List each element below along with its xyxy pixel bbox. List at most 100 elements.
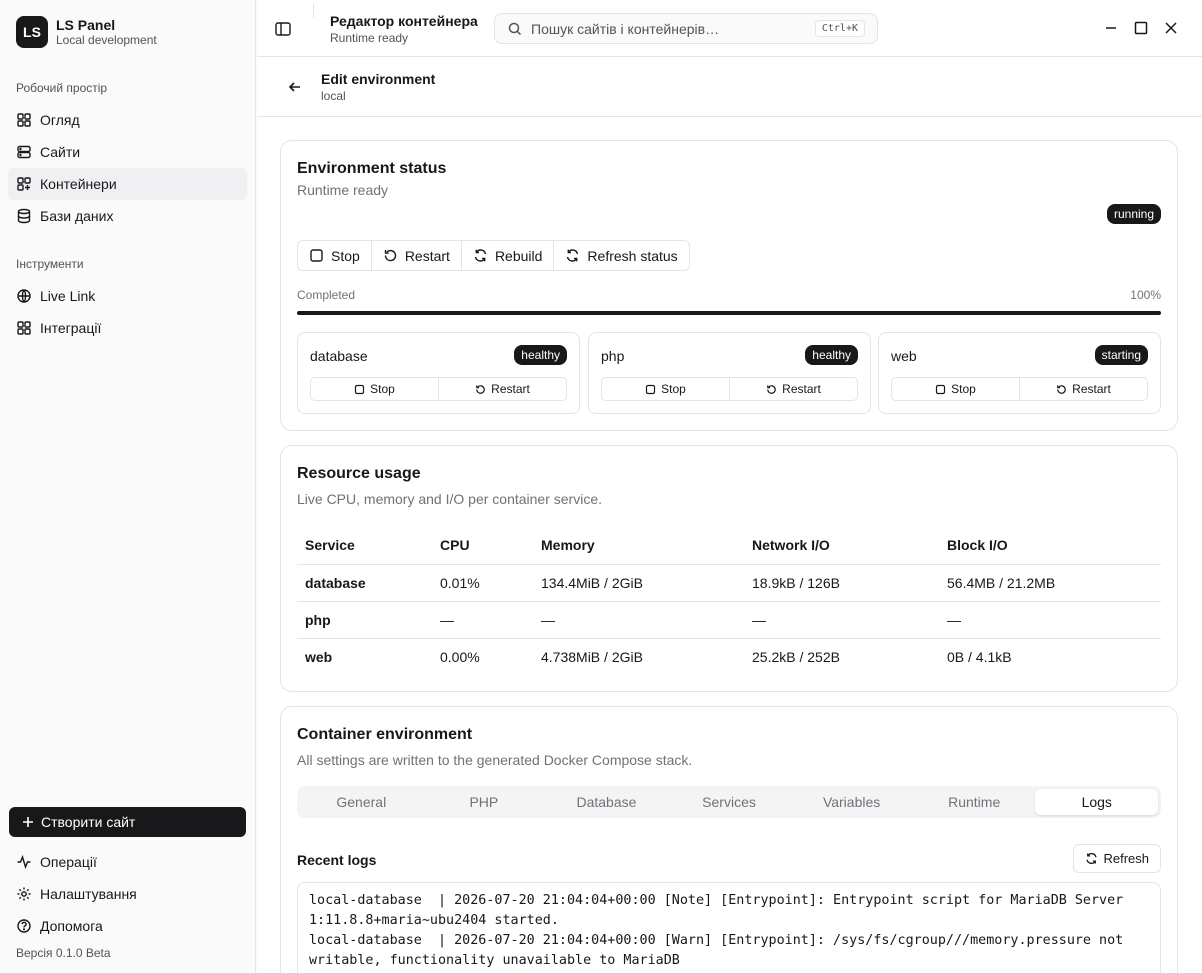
rebuild-label: Rebuild [494,247,543,264]
sidebar-item-label: Налаштування [40,886,137,902]
sidebar-item-overview[interactable]: Огляд [8,104,247,136]
title-bar: Редактор контейнера Runtime ready Пошук … [257,0,1202,57]
environment-actions: Stop Restart Rebuild Refresh status [297,240,690,271]
sidebar-item-sites[interactable]: Сайти [8,136,247,168]
tab-runtime[interactable]: Runtime [913,789,1036,815]
page-title: Edit environment [321,71,436,87]
table-cell: — [939,601,1161,639]
table-row: database 0.01% 134.4MiB / 2GiB 18.9kB / … [297,564,1161,602]
search-input[interactable]: Пошук сайтів і контейнерів… Ctrl+K [494,13,878,44]
resource-card-description: Live CPU, memory and I/O per container s… [297,491,603,507]
restart-label: Restart [404,247,450,264]
service-actions: Stop Restart [310,377,567,401]
service-stop-label: Stop [370,382,395,396]
close-icon[interactable] [1163,20,1179,36]
main-content: Edit environment local Environment statu… [257,57,1202,973]
progress-label: Completed [297,288,356,302]
service-stop-button[interactable]: Stop [602,378,730,400]
tab-logs[interactable]: Logs [1035,789,1159,815]
recent-logs-title: Recent logs [297,852,377,868]
stop-square-icon [310,249,323,262]
refresh-icon [567,249,579,262]
environment-tabs: General PHP Database Services Variables … [297,786,1161,818]
column-header: Block I/O [939,526,1161,565]
service-restart-label: Restart [1072,382,1111,396]
sidebar-item-label: Огляд [40,112,80,128]
layout-grid-icon [17,113,31,127]
service-restart-label: Restart [491,382,530,396]
stop-button[interactable]: Stop [298,241,372,270]
service-actions: Stop Restart [601,377,858,401]
restart-icon [476,384,485,394]
back-arrow-icon[interactable] [287,79,303,95]
resource-table: Service CPU Memory Network I/O Block I/O… [297,526,1161,675]
create-site-button[interactable]: Створити сайт [9,807,246,837]
table-cell: 4.738MiB / 2GiB [541,648,643,665]
resource-usage-card: Resource usage Live CPU, memory and I/O … [280,445,1178,692]
service-restart-button[interactable]: Restart [1020,378,1147,400]
service-stop-label: Stop [661,382,686,396]
table-cell: — [432,601,533,639]
search-placeholder: Пошук сайтів і контейнерів… [531,20,720,37]
tab-services[interactable]: Services [668,789,791,815]
table-cell: 134.4MiB / 2GiB [533,564,744,602]
sidebar-item-live-link[interactable]: Live Link [8,280,247,312]
window-subtitle: Runtime ready [330,31,409,45]
refresh-icon [1086,853,1098,864]
sidebar-item-label: Інтеграції [40,320,102,336]
tab-variables[interactable]: Variables [790,789,913,815]
refresh-logs-label: Refresh [1103,851,1149,866]
page-header: Edit environment local [257,57,1202,117]
gear-icon [17,887,31,901]
brand-logo: LS [16,16,48,48]
table-cell: 25.2kB / 252B [752,648,840,665]
table-row: web 0.00% 4.738MiB / 2GiB 25.2kB / 252B … [297,638,1161,675]
brand[interactable]: LS LS Panel Local development [16,16,157,48]
service-actions: Stop Restart [891,377,1148,401]
tab-database[interactable]: Database [545,789,668,815]
column-header: Network I/O [744,526,939,565]
tab-general[interactable]: General [300,789,423,815]
sidebar-item-help[interactable]: Допомога [8,910,247,942]
rebuild-button[interactable]: Rebuild [461,241,555,270]
sidebar-item-integrations[interactable]: Інтеграції [8,312,247,344]
resource-card-title: Resource usage [297,465,421,482]
sidebar-item-operations[interactable]: Операції [8,846,247,878]
table-cell: database [297,564,432,602]
log-output: local-database | 2026-07-20 21:04:04+00:… [297,882,1161,973]
service-restart-button[interactable]: Restart [439,378,566,400]
minimize-icon[interactable] [1103,20,1119,36]
service-stop-button[interactable]: Stop [892,378,1020,400]
refresh-status-button[interactable]: Refresh status [554,241,689,270]
environment-state-badge: running [1106,204,1161,224]
service-restart-button[interactable]: Restart [730,378,857,400]
sidebar-item-databases[interactable]: Бази даних [8,200,247,232]
sidebar-toggle-icon[interactable] [274,20,292,38]
service-restart-label: Restart [782,382,821,396]
restart-icon [767,384,776,394]
workspace-group-label: Робочий простір [16,81,108,95]
activity-icon [17,854,31,870]
column-header: Memory [533,526,744,565]
stop-label: Stop [331,247,360,264]
maximize-icon[interactable] [1133,20,1149,36]
sidebar: LS LS Panel Local development Робочий пр… [0,0,256,973]
sidebar-item-settings[interactable]: Налаштування [8,878,247,910]
restart-button[interactable]: Restart [371,241,462,270]
container-environment-card: Container environment All settings are w… [280,706,1178,973]
service-stop-button[interactable]: Stop [311,378,439,400]
tab-php[interactable]: PHP [423,789,546,815]
service-card-web: web starting Stop Restart [878,332,1161,414]
table-row: php — — — — [297,601,1161,639]
sidebar-item-containers[interactable]: Контейнери [8,168,247,200]
service-name: php [601,348,625,364]
sidebar-item-label: Бази даних [40,208,114,224]
table-header-row: Service CPU Memory Network I/O Block I/O [297,526,1161,565]
table-cell: 0.00% [440,648,480,665]
status-card-subtitle: Runtime ready [297,182,389,198]
containers-icon [17,177,31,191]
brand-title: LS Panel [56,16,116,33]
table-cell: 56.4MB / 21.2MB [939,564,1161,602]
refresh-logs-button[interactable]: Refresh [1073,844,1161,873]
table-cell: 18.9kB / 126B [744,564,939,602]
